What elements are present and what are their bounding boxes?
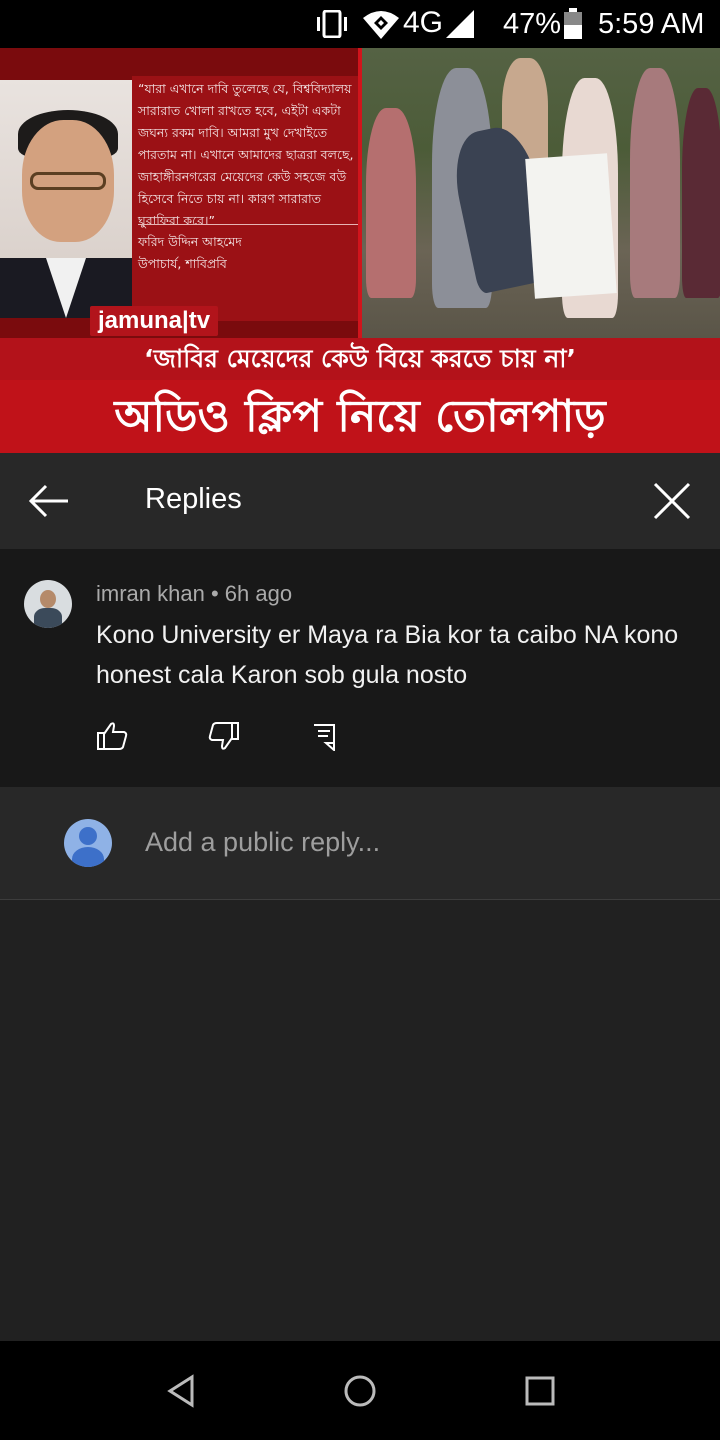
battery-percent: 47% — [503, 8, 562, 40]
video-player[interactable]: “যারা এখানে দাবি তুলেছে যে, বিশ্ববিদ্যাল… — [0, 48, 720, 453]
quote-text: “যারা এখানে দাবি তুলেছে যে, বিশ্ববিদ্যাল… — [138, 81, 354, 228]
reply-input[interactable]: Add a public reply... — [145, 827, 380, 858]
replies-header: Replies — [0, 453, 720, 549]
status-bar: 4G 47% 5:59 AM — [0, 0, 720, 48]
avatar[interactable] — [24, 580, 72, 628]
wifi-icon — [363, 11, 399, 39]
like-icon[interactable] — [96, 721, 128, 751]
recents-nav-icon[interactable] — [522, 1373, 558, 1409]
comment: imran khan • 6h ago Kono University er M… — [0, 549, 720, 787]
network-type: 4G — [403, 6, 444, 39]
signal-icon — [446, 10, 474, 38]
attribution-role: উপাচার্য, শাবিপ্রবি — [138, 256, 227, 271]
protest-scene — [362, 48, 720, 338]
comment-time: 6h ago — [224, 581, 293, 606]
page-title: Replies — [145, 483, 242, 515]
divider — [138, 224, 358, 225]
reply-icon[interactable] — [312, 723, 336, 751]
back-arrow-icon[interactable] — [28, 481, 70, 521]
attribution-name: ফরিদ উদ্দিন আহমেদ — [138, 234, 242, 249]
comment-author[interactable]: imran khan — [96, 581, 205, 606]
back-nav-icon[interactable] — [164, 1373, 200, 1409]
dislike-icon[interactable] — [208, 721, 240, 751]
comment-meta: imran khan • 6h ago — [96, 581, 292, 607]
headline-top: ‘জাবির মেয়েদের কেউ বিয়ে করতে চায় না’ — [0, 338, 720, 380]
vibrate-icon — [317, 10, 347, 38]
home-nav-icon[interactable] — [342, 1373, 378, 1409]
battery-icon — [564, 8, 582, 39]
comment-text: Kono University er Maya ra Bia kor ta ca… — [96, 621, 679, 689]
replies-panel: Replies imran khan • 6h ago Kono Univers… — [0, 453, 720, 1341]
clock: 5:59 AM — [598, 8, 705, 40]
user-avatar — [64, 819, 112, 867]
headline-main: অডিও ক্লিপ নিয়ে তোলপাড় — [0, 380, 720, 453]
protest-sign — [525, 153, 617, 299]
speaker-photo — [0, 80, 132, 318]
close-icon[interactable] — [652, 481, 692, 521]
navigation-bar — [0, 1341, 720, 1440]
channel-logo: jamuna|tv — [90, 306, 219, 336]
meta-separator: • — [204, 581, 225, 606]
quote-attribution: ফরিদ উদ্দিন আহমেদ উপাচার্য, শাবিপ্রবি — [138, 231, 358, 275]
add-reply-row[interactable]: Add a public reply... — [0, 787, 720, 900]
